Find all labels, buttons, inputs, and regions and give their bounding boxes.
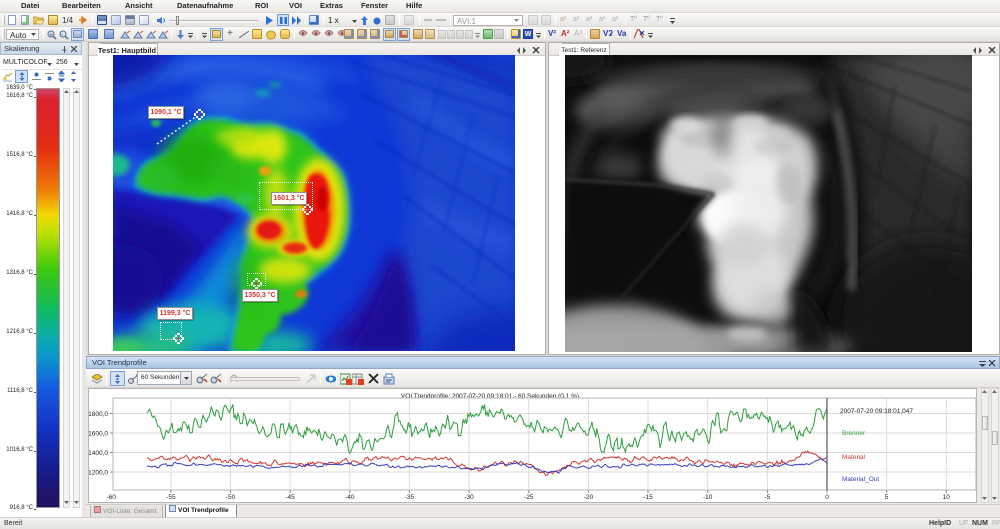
svg-text:-: - [61, 32, 63, 38]
svg-text:0: 0 [825, 494, 829, 501]
svg-text:-15: -15 [643, 494, 653, 501]
svg-text:1400,0: 1400,0 [89, 450, 108, 457]
svg-text:-40: -40 [345, 494, 355, 501]
svg-text:5: 5 [885, 494, 889, 501]
svg-text:1600,0: 1600,0 [89, 431, 108, 438]
svg-text:+: + [49, 32, 53, 38]
svg-text:-10: -10 [703, 494, 713, 501]
svg-text:-50: -50 [226, 494, 236, 501]
svg-text:-5: -5 [765, 494, 771, 501]
svg-text:2007-07-20 09:18:01,047: 2007-07-20 09:18:01,047 [840, 408, 913, 415]
svg-text:-30: -30 [464, 494, 474, 501]
svg-text:10: 10 [943, 494, 951, 501]
svg-text:1200,0: 1200,0 [89, 470, 108, 477]
svg-text:-55: -55 [166, 494, 176, 501]
svg-text:-45: -45 [285, 494, 295, 501]
svg-text:-35: -35 [405, 494, 415, 501]
svg-text:Material: Material [842, 454, 866, 461]
svg-text:Material_Out: Material_Out [842, 476, 879, 483]
svg-text:-25: -25 [524, 494, 534, 501]
svg-text:Brenner: Brenner [842, 430, 866, 437]
svg-text:-20: -20 [584, 494, 594, 501]
svg-text:-60: -60 [106, 494, 116, 501]
svg-text:1800,0: 1800,0 [89, 411, 108, 418]
